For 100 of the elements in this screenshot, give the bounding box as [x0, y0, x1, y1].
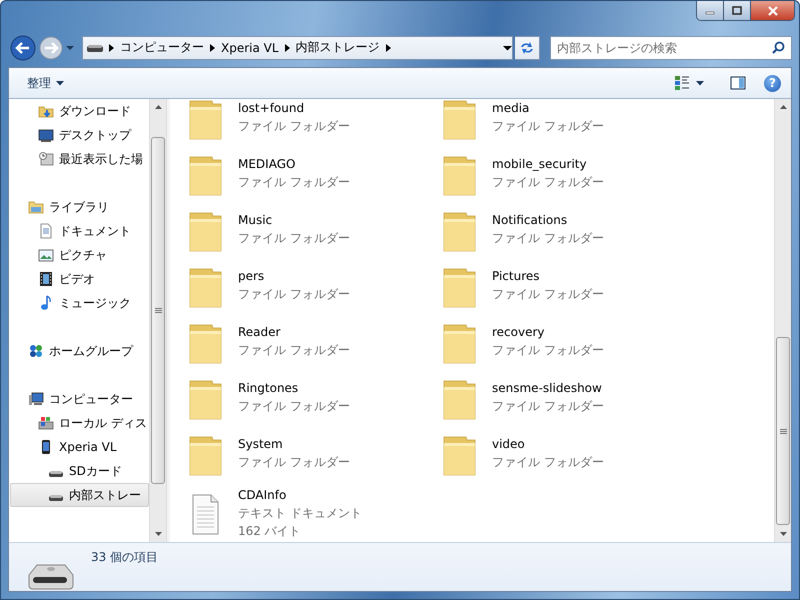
breadcrumb[interactable]: 内部ストレージ: [296, 39, 380, 56]
breadcrumb[interactable]: コンピューター: [120, 39, 204, 56]
chevron-icon[interactable]: [386, 44, 391, 52]
scrollbar[interactable]: [149, 99, 166, 542]
computer-icon: [28, 391, 44, 407]
search-icon: [772, 40, 785, 54]
refresh-icon: [519, 40, 535, 54]
scrollbar[interactable]: [774, 99, 791, 542]
music-note-icon: [38, 295, 54, 311]
file-type: ファイル フォルダー: [238, 230, 350, 247]
breadcrumb[interactable]: Xperia VL: [221, 40, 279, 54]
grip-icon: [154, 308, 162, 313]
file-size: 162 バイト: [238, 523, 302, 540]
file-type: ファイル フォルダー: [238, 454, 350, 471]
folder-icon: [187, 379, 223, 421]
folder-icon: [441, 379, 477, 421]
preview-pane-icon[interactable]: [730, 76, 746, 90]
item-count: 33 個の項目: [91, 549, 158, 566]
recent-places-icon: [38, 151, 54, 167]
caret-icon[interactable]: [503, 44, 512, 50]
folder-icon: [441, 99, 477, 141]
tree-item[interactable]: ホームグループ: [10, 339, 149, 363]
folder-icon: [187, 155, 223, 197]
file-name[interactable]: Ringtones: [238, 379, 350, 397]
drive-icon: [48, 471, 64, 477]
file-type: ファイル フォルダー: [492, 342, 604, 359]
file-name[interactable]: lost+found: [238, 99, 350, 117]
folder-icon: [187, 211, 223, 253]
chevron-icon[interactable]: [210, 44, 215, 52]
folder-icon: [187, 323, 223, 365]
file-name[interactable]: mobile_security: [492, 155, 604, 173]
file-type: ファイル フォルダー: [238, 398, 350, 415]
tree-item[interactable]: ローカル ディス: [10, 411, 149, 435]
tree-item[interactable]: ピクチャ: [10, 243, 149, 267]
folder-icon: [187, 267, 223, 309]
maximize-button[interactable]: [724, 1, 751, 20]
tree-item[interactable]: 内部ストレー: [10, 483, 149, 507]
tree-item[interactable]: ライブラリ: [10, 195, 149, 219]
scrollbar-thumb[interactable]: [776, 337, 790, 525]
tree-item[interactable]: コンピューター: [10, 387, 149, 411]
minimize-button[interactable]: [697, 1, 724, 20]
file-name[interactable]: media: [492, 99, 604, 117]
file-type: ファイル フォルダー: [492, 118, 604, 135]
tree-item[interactable]: ドキュメント: [10, 219, 149, 243]
down-arrow-icon: [780, 532, 786, 536]
file-type: ファイル フォルダー: [238, 342, 350, 359]
caret-icon[interactable]: [696, 80, 704, 86]
maximize-icon: [731, 6, 743, 16]
file-name[interactable]: MEDIAGO: [238, 155, 350, 173]
close-button[interactable]: [751, 1, 794, 20]
file-name[interactable]: System: [238, 435, 350, 453]
drive-icon: [48, 495, 64, 501]
up-arrow-icon: [780, 105, 786, 109]
file-name[interactable]: Notifications: [492, 211, 604, 229]
chevron-icon[interactable]: [109, 44, 114, 52]
file-name[interactable]: Music: [238, 211, 350, 229]
grip-icon: [780, 428, 786, 434]
organize-button[interactable]: 整理: [25, 72, 66, 94]
file-type: ファイル フォルダー: [492, 230, 604, 247]
view-options-icon[interactable]: [674, 75, 690, 91]
film-icon: [38, 271, 54, 287]
tree-item[interactable]: ミュージック: [10, 291, 149, 315]
tree-item[interactable]: 最近表示した場: [10, 147, 149, 171]
address-bar[interactable]: コンピューター Xperia VL 内部ストレージ: [82, 36, 513, 60]
file-type: ファイル フォルダー: [492, 454, 604, 471]
tree-item[interactable]: ダウンロード: [10, 99, 149, 123]
folder-icon: [441, 267, 477, 309]
tree-item[interactable]: Xperia VL: [10, 435, 149, 459]
file-name[interactable]: Pictures: [492, 267, 604, 285]
drive-icon: [87, 42, 103, 52]
file-type: ファイル フォルダー: [238, 174, 350, 191]
refresh-button[interactable]: [515, 36, 540, 60]
file-name[interactable]: CDAInfo: [238, 486, 362, 504]
file-type: ファイル フォルダー: [238, 118, 350, 135]
chevron-icon[interactable]: [284, 44, 290, 52]
tree-item[interactable]: SDカード: [10, 459, 149, 483]
close-icon: [766, 6, 778, 16]
file-type: テキスト ドキュメント: [238, 505, 362, 522]
back-button[interactable]: [10, 34, 36, 60]
folder-icon: [441, 155, 477, 197]
file-type: ファイル フォルダー: [492, 398, 604, 415]
file-name[interactable]: pers: [238, 267, 350, 285]
scrollbar-thumb[interactable]: [151, 137, 165, 484]
search-field[interactable]: 内部ストレージの検索: [550, 36, 792, 60]
folder-icon: [187, 435, 223, 477]
homegroup-icon: [28, 343, 44, 359]
picture-icon: [38, 247, 54, 263]
file-type: ファイル フォルダー: [492, 174, 604, 191]
forward-button[interactable]: [38, 34, 64, 60]
file-type: ファイル フォルダー: [238, 286, 350, 303]
local-disk-icon: [38, 415, 54, 431]
library-folder-icon: [28, 199, 44, 215]
file-name[interactable]: Reader: [238, 323, 350, 341]
file-name[interactable]: recovery: [492, 323, 604, 341]
up-arrow-icon: [154, 105, 162, 109]
tree-item[interactable]: デスクトップ: [10, 123, 149, 147]
tree-item[interactable]: ビデオ: [10, 267, 149, 291]
down-arrow-icon: [154, 532, 162, 536]
file-name[interactable]: video: [492, 435, 604, 453]
file-name[interactable]: sensme-slideshow: [492, 379, 604, 397]
